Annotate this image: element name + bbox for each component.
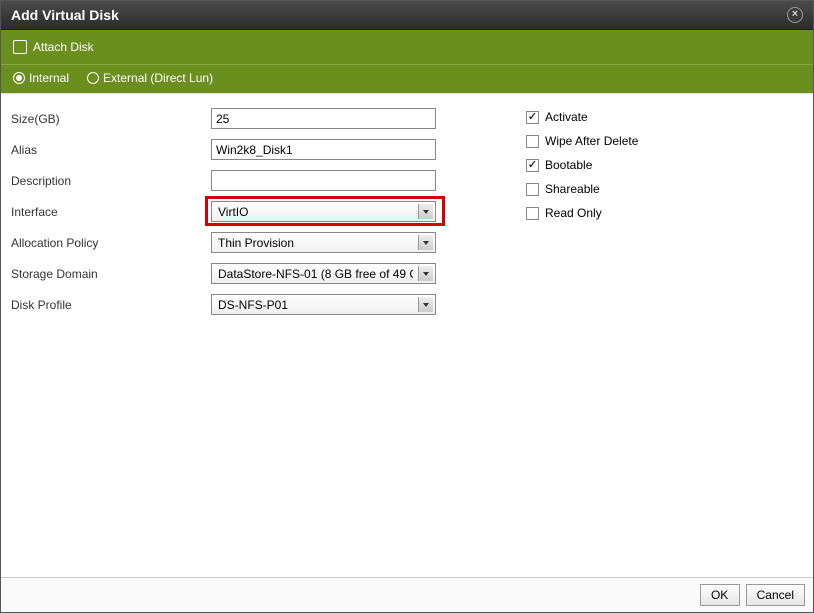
row-alias: Alias bbox=[11, 139, 436, 160]
checkbox-icon bbox=[526, 135, 539, 148]
checkbox-read-only[interactable]: Read Only bbox=[526, 206, 638, 220]
alias-input[interactable] bbox=[211, 139, 436, 160]
allocation-policy-select[interactable]: Thin Provision bbox=[211, 232, 436, 253]
checkbox-icon bbox=[526, 183, 539, 196]
radio-internal[interactable]: Internal bbox=[13, 71, 69, 85]
row-interface: Interface VirtIO bbox=[11, 201, 436, 222]
ok-button[interactable]: OK bbox=[700, 584, 740, 606]
add-virtual-disk-dialog: Add Virtual Disk × Attach Disk Internal … bbox=[0, 0, 814, 613]
allocation-policy-value: Thin Provision bbox=[218, 236, 294, 250]
row-description: Description bbox=[11, 170, 436, 191]
storage-domain-select[interactable]: DataStore-NFS-01 (8 GB free of 49 GB) bbox=[211, 263, 436, 284]
label-storage-domain: Storage Domain bbox=[11, 267, 211, 281]
checkbox-activate[interactable]: Activate bbox=[526, 110, 638, 124]
cancel-button[interactable]: Cancel bbox=[746, 584, 805, 606]
radio-icon bbox=[87, 72, 99, 84]
label-allocation-policy: Allocation Policy bbox=[11, 236, 211, 250]
close-icon[interactable]: × bbox=[787, 7, 803, 23]
checkbox-activate-label: Activate bbox=[545, 110, 588, 124]
disk-profile-select[interactable]: DS-NFS-P01 bbox=[211, 294, 436, 315]
titlebar: Add Virtual Disk × bbox=[1, 1, 813, 30]
row-allocation-policy: Allocation Policy Thin Provision bbox=[11, 232, 436, 253]
storage-domain-value: DataStore-NFS-01 (8 GB free of 49 GB) bbox=[218, 267, 413, 281]
label-interface: Interface bbox=[11, 205, 211, 219]
checkbox-icon bbox=[526, 159, 539, 172]
label-alias: Alias bbox=[11, 143, 211, 157]
interface-value: VirtIO bbox=[218, 205, 248, 219]
interface-select[interactable]: VirtIO bbox=[211, 201, 436, 222]
disk-profile-value: DS-NFS-P01 bbox=[218, 298, 288, 312]
chevron-down-icon bbox=[418, 297, 433, 312]
radio-external[interactable]: External (Direct Lun) bbox=[87, 71, 213, 85]
radio-internal-label: Internal bbox=[29, 71, 69, 85]
attach-disk-checkbox[interactable] bbox=[13, 40, 27, 54]
label-size: Size(GB) bbox=[11, 112, 211, 126]
checkbox-shareable-label: Shareable bbox=[545, 182, 600, 196]
row-disk-profile: Disk Profile DS-NFS-P01 bbox=[11, 294, 436, 315]
radio-icon bbox=[13, 72, 25, 84]
checkbox-wipe-after-delete[interactable]: Wipe After Delete bbox=[526, 134, 638, 148]
checkbox-shareable[interactable]: Shareable bbox=[526, 182, 638, 196]
label-disk-profile: Disk Profile bbox=[11, 298, 211, 312]
attach-disk-row: Attach Disk bbox=[1, 30, 813, 65]
row-size: Size(GB) bbox=[11, 108, 436, 129]
row-storage-domain: Storage Domain DataStore-NFS-01 (8 GB fr… bbox=[11, 263, 436, 284]
chevron-down-icon bbox=[418, 235, 433, 250]
radio-external-label: External (Direct Lun) bbox=[103, 71, 213, 85]
checkbox-wipe-label: Wipe After Delete bbox=[545, 134, 638, 148]
dialog-footer: OK Cancel bbox=[1, 577, 813, 612]
attach-disk-label: Attach Disk bbox=[33, 40, 94, 54]
description-input[interactable] bbox=[211, 170, 436, 191]
header-band: Attach Disk Internal External (Direct Lu… bbox=[1, 30, 813, 93]
checkbox-icon bbox=[526, 111, 539, 124]
checkbox-icon bbox=[526, 207, 539, 220]
dialog-content: Size(GB) Alias Description Interface Vir… bbox=[1, 93, 813, 577]
checkbox-bootable-label: Bootable bbox=[545, 158, 592, 172]
chevron-down-icon bbox=[418, 266, 433, 281]
checkbox-read-only-label: Read Only bbox=[545, 206, 602, 220]
label-description: Description bbox=[11, 174, 211, 188]
checkbox-bootable[interactable]: Bootable bbox=[526, 158, 638, 172]
chevron-down-icon bbox=[418, 204, 433, 219]
dialog-title: Add Virtual Disk bbox=[11, 7, 119, 23]
right-column: Activate Wipe After Delete Bootable Shar… bbox=[526, 108, 638, 567]
disk-mode-radios: Internal External (Direct Lun) bbox=[1, 65, 813, 93]
size-input[interactable] bbox=[211, 108, 436, 129]
left-column: Size(GB) Alias Description Interface Vir… bbox=[11, 108, 436, 567]
